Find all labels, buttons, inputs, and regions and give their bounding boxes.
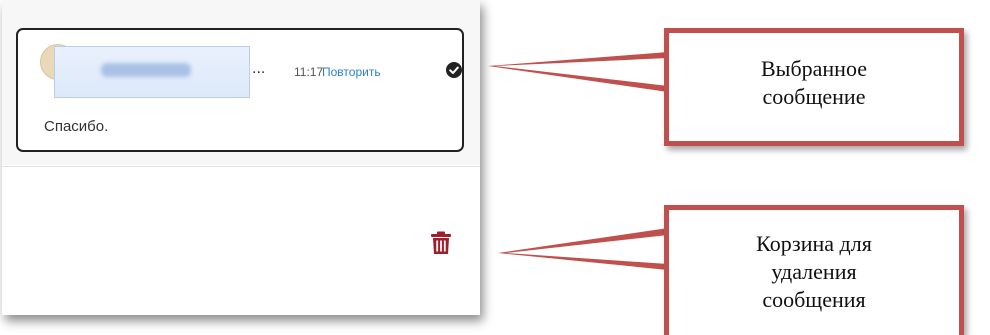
annotated-screenshot: ... 11:17 Повторить Спасибо. Выбранное с… — [0, 0, 990, 335]
pointer-selected — [488, 52, 668, 92]
callout-trash: Корзина для удаления сообщения — [664, 205, 964, 335]
pointer-trash-inner — [506, 235, 668, 264]
selected-message[interactable]: ... 11:17 Повторить Спасибо. — [16, 28, 464, 152]
chat-panel: ... 11:17 Повторить Спасибо. — [2, 0, 480, 315]
sender-name-blurred — [54, 46, 250, 98]
callout-trash-line1: Корзина для — [756, 231, 872, 256]
trash-icon[interactable] — [430, 231, 452, 255]
divider — [2, 166, 480, 167]
check-circle-icon — [446, 62, 462, 78]
pointer-trash — [498, 228, 668, 270]
callout-selected-line1: Выбранное — [761, 56, 867, 81]
callout-selected-line2: сообщение — [762, 84, 866, 109]
pointer-selected-inner — [495, 58, 668, 86]
callout-selected-message: Выбранное сообщение — [664, 28, 964, 146]
callout-trash-line3: сообщения — [762, 287, 866, 312]
name-ellipsis: ... — [252, 60, 266, 77]
callout-trash-line2: удаления — [771, 259, 857, 284]
message-time: 11:17 — [294, 65, 324, 79]
message-text: Спасибо. — [44, 118, 109, 135]
blurred-name-text — [101, 63, 191, 77]
retry-link[interactable]: Повторить — [322, 65, 381, 79]
